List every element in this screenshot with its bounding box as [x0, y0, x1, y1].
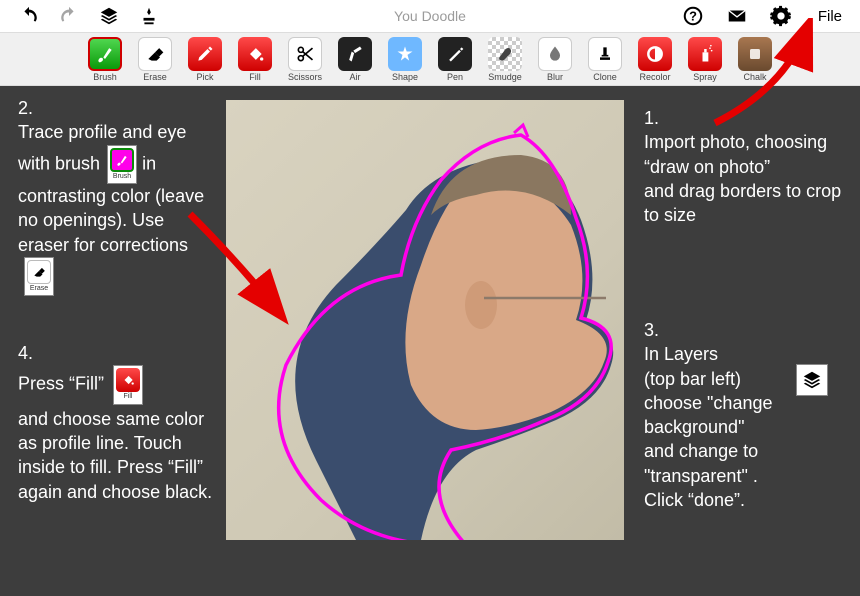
svg-text:?: ?: [689, 9, 697, 24]
tool-clone[interactable]: Clone: [583, 37, 627, 82]
tool-label: Shape: [392, 72, 418, 82]
tool-label: Chalk: [743, 72, 766, 82]
stamp-icon[interactable]: [138, 5, 160, 27]
tool-air[interactable]: Air: [333, 37, 377, 82]
tool-label: Smudge: [488, 72, 522, 82]
file-menu[interactable]: File: [818, 8, 842, 25]
tool-label: Brush: [93, 72, 117, 82]
recolor-icon: [638, 37, 672, 71]
step-1-num: 1.: [644, 106, 849, 130]
erase-icon: [138, 37, 172, 71]
step-2-text-a: Trace profile and eye with brush: [18, 122, 186, 173]
tool-erase[interactable]: Erase: [133, 37, 177, 82]
tool-spray[interactable]: Spray: [683, 37, 727, 82]
help-icon[interactable]: ?: [682, 5, 704, 27]
step-1-text: Import photo, choosing “draw on photo” a…: [644, 130, 849, 227]
tool-scissors[interactable]: Scissors: [283, 37, 327, 82]
layers-icon[interactable]: [98, 5, 120, 27]
tool-pen[interactable]: Pen: [433, 37, 477, 82]
tool-shape[interactable]: Shape: [383, 37, 427, 82]
tool-label: Clone: [593, 72, 617, 82]
tool-recolor[interactable]: Recolor: [633, 37, 677, 82]
step-2: 2. Trace profile and eye with brush Brus…: [18, 96, 218, 296]
mini-erase-icon: Erase: [24, 257, 54, 296]
tutorial-canvas: 2. Trace profile and eye with brush Brus…: [0, 86, 860, 596]
tool-blur[interactable]: Blur: [533, 37, 577, 82]
tool-label: Air: [350, 72, 361, 82]
brush-icon: [88, 37, 122, 71]
tool-label: Blur: [547, 72, 563, 82]
smudge-icon: [488, 37, 522, 71]
tool-pick[interactable]: Pick: [183, 37, 227, 82]
chalk-icon: [738, 37, 772, 71]
step-4-text-b: and choose same color as profile line. T…: [18, 407, 218, 504]
pen-icon: [438, 37, 472, 71]
gear-icon[interactable]: [770, 5, 792, 27]
tool-label: Spray: [693, 72, 717, 82]
tool-label: Scissors: [288, 72, 322, 82]
app-title: You Doodle: [394, 8, 466, 24]
tool-smudge[interactable]: Smudge: [483, 37, 527, 82]
tool-label: Fill: [249, 72, 261, 82]
tool-label: Pen: [447, 72, 463, 82]
tool-label: Recolor: [639, 72, 670, 82]
mini-brush-icon: Brush: [107, 145, 137, 184]
tool-fill[interactable]: Fill: [233, 37, 277, 82]
tool-chalk[interactable]: Chalk: [733, 37, 777, 82]
top-bar: You Doodle ? File: [0, 0, 860, 32]
blur-icon: [538, 37, 572, 71]
tool-toolbar: Brush Erase Pick Fill Scissors Air Shape Pen Smu…: [0, 32, 860, 86]
step-1: 1. Import photo, choosing “draw on photo…: [644, 106, 849, 227]
step-4: 4. Press “Fill” Fill and choose same col…: [18, 341, 218, 504]
air-icon: [338, 37, 372, 71]
shape-icon: [388, 37, 422, 71]
tool-brush[interactable]: Brush: [83, 37, 127, 82]
mail-icon[interactable]: [726, 5, 748, 27]
step-4-num: 4.: [18, 341, 218, 365]
redo-icon[interactable]: [58, 5, 80, 27]
fill-icon: [238, 37, 272, 71]
tool-label: Erase: [143, 72, 167, 82]
photo-preview: [226, 100, 624, 540]
spray-icon: [688, 37, 722, 71]
tool-label: Pick: [196, 72, 213, 82]
pick-icon: [188, 37, 222, 71]
step-2-num: 2.: [18, 96, 218, 120]
step-4-text-a: Press “Fill”: [18, 374, 104, 394]
mini-fill-icon: Fill: [113, 365, 143, 404]
step-3-num: 3.: [644, 318, 849, 342]
mini-layers-icon: [796, 364, 828, 396]
step-3: 3. In Layers (top bar left) choose "chan…: [644, 318, 849, 512]
scissors-icon: [288, 37, 322, 71]
undo-icon[interactable]: [18, 5, 40, 27]
clone-icon: [588, 37, 622, 71]
